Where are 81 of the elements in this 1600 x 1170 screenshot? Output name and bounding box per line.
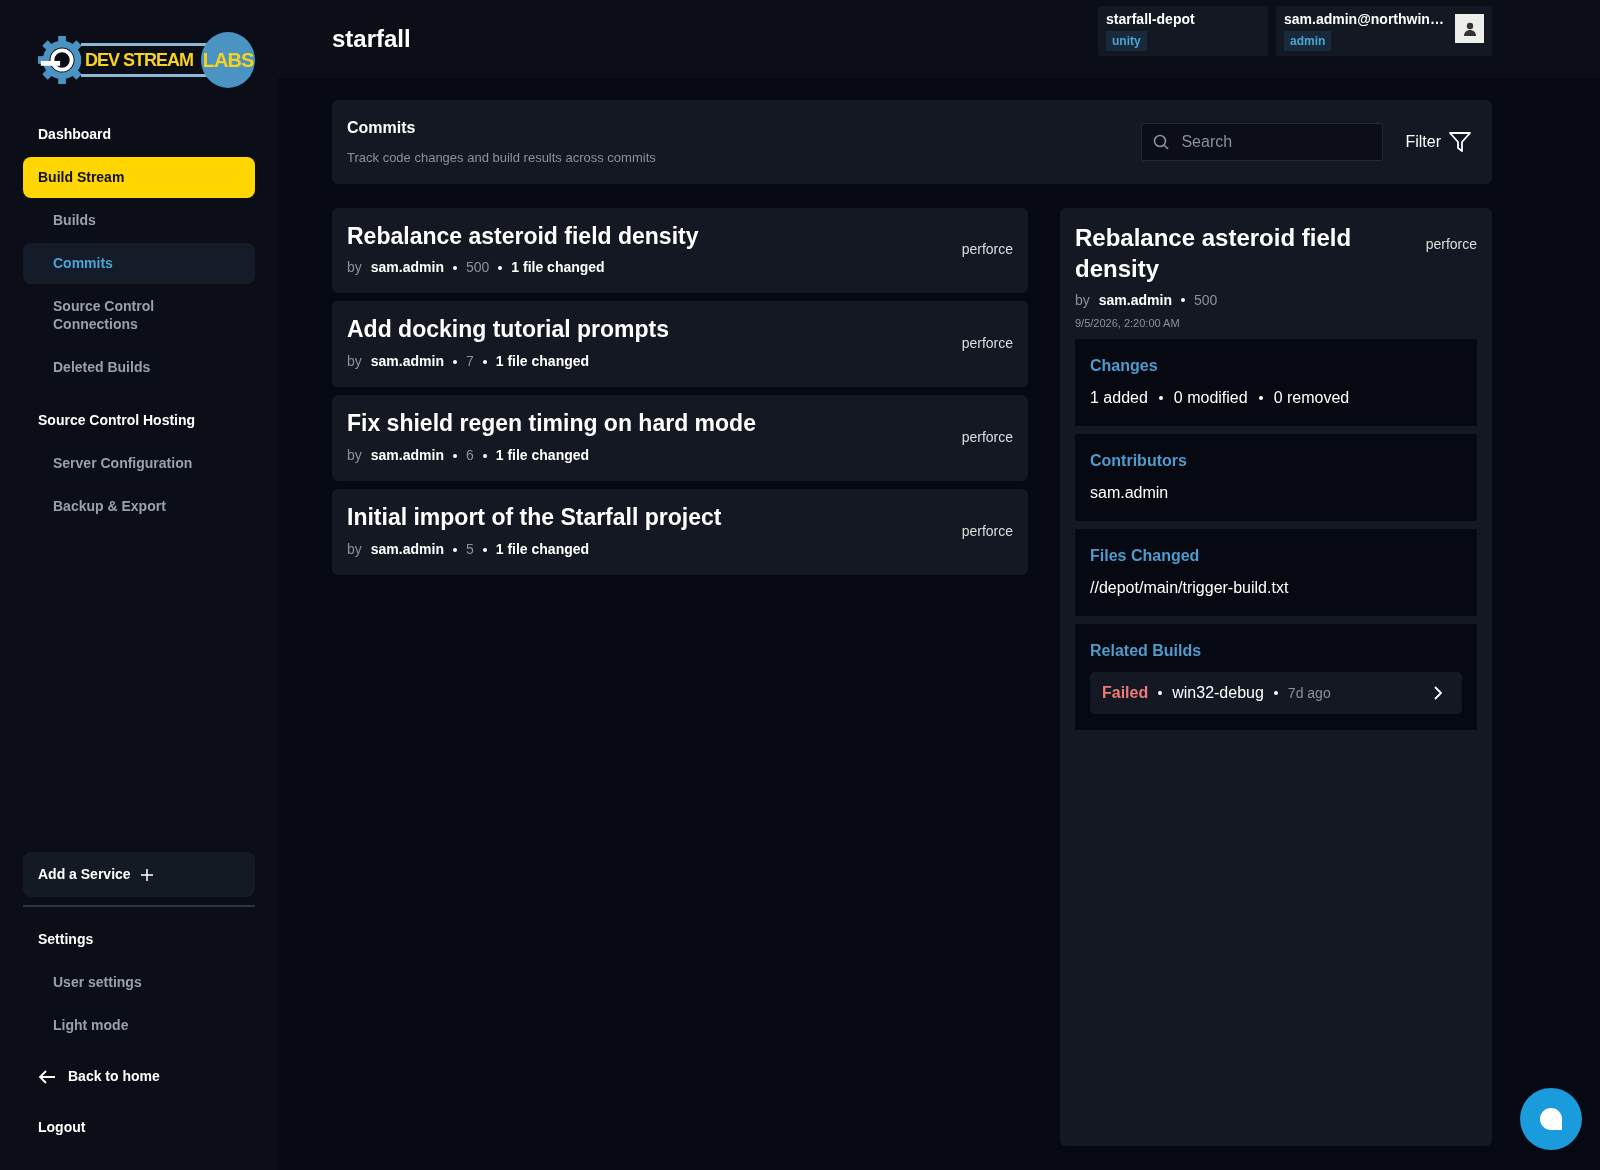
change-number: 500 — [1193, 290, 1218, 310]
nav-item[interactable]: Dashboard — [23, 114, 255, 155]
user-chip[interactable]: sam.admin@northwin… admin — [1276, 6, 1492, 56]
related-build-row[interactable]: Failed win32-debug 7d ago — [1090, 672, 1462, 715]
by-label: by — [347, 258, 362, 278]
files-changed: 1 file changed — [495, 540, 590, 560]
change-count: 1 added — [1090, 388, 1148, 409]
filter-button[interactable]: Filter — [1399, 128, 1477, 155]
author-name: sam.admin — [370, 352, 444, 372]
nav-item[interactable]: Source Control Hosting — [23, 400, 255, 442]
chevron-right-icon — [1434, 686, 1442, 701]
commit-card[interactable]: Add docking tutorial prompts by sam.admin 7 1 file changed perforce — [332, 301, 1028, 388]
project-chip[interactable]: starfall-depot unity — [1098, 6, 1268, 56]
project-name: starfall-depot — [1106, 10, 1196, 29]
search-field[interactable]: Search — [1141, 122, 1384, 161]
add-service-button[interactable]: Add a Service — [23, 852, 255, 898]
change-count: 0 removed — [1273, 388, 1350, 409]
change-number: 7 — [465, 352, 474, 372]
commit-title: Fix shield regen timing on hard mode — [347, 409, 756, 439]
build-age: 7d ago — [1287, 683, 1331, 703]
vcs-label: perforce — [961, 334, 1013, 354]
commit-title: Add docking tutorial prompts — [347, 315, 669, 345]
user-email: sam.admin@northwin… — [1284, 10, 1444, 29]
nav-item[interactable]: Server Configuration — [23, 443, 255, 484]
logo-badge: LABS — [201, 32, 255, 88]
vcs-label: perforce — [961, 428, 1013, 448]
by-label: by — [347, 352, 362, 372]
author-name: sam.admin — [370, 258, 444, 278]
author-name: sam.admin — [1098, 290, 1172, 310]
commit-card[interactable]: Initial import of the Starfall project by sam.admin 5 1 file changed perforce — [332, 489, 1028, 576]
vcs-label: perforce — [1425, 234, 1477, 254]
change-number: 6 — [465, 446, 474, 466]
back-link[interactable]: Back to home — [23, 1054, 175, 1100]
commit-title: Initial import of the Starfall project — [347, 503, 722, 533]
by-label: by — [1075, 290, 1090, 310]
by-label: by — [347, 446, 362, 466]
logo-text: DEV STREAM — [85, 49, 195, 72]
section-heading: Files Changed — [1090, 546, 1201, 567]
commit-card[interactable]: Fix shield regen timing on hard mode by sam.admin 6 1 file changed perforce — [332, 395, 1028, 482]
by-label: by — [347, 540, 362, 560]
build-name: win32-debug — [1172, 683, 1264, 704]
change-count: 0 modified — [1173, 388, 1248, 409]
section-heading: Changes — [1090, 356, 1159, 377]
section-value: //depot/main/trigger-build.txt — [1090, 578, 1289, 599]
avatar-icon[interactable] — [1455, 14, 1484, 43]
nav-item[interactable]: User settings — [23, 962, 255, 1004]
role-tag: admin — [1284, 31, 1332, 52]
author-name: sam.admin — [370, 540, 444, 560]
section-value: sam.admin — [1090, 483, 1169, 504]
nav-item[interactable]: Commits — [23, 242, 255, 284]
files-changed: 1 file changed — [495, 446, 590, 466]
speech-bubble-icon — [1539, 1107, 1563, 1131]
project-title: starfall — [332, 24, 411, 54]
section-heading[interactable]: Settings — [23, 919, 255, 961]
files-changed: 1 file changed — [511, 258, 605, 278]
nav-item[interactable]: Backup & Export — [23, 486, 255, 527]
commit-date: 9/5/2026, 2:20:00 AM — [1075, 315, 1181, 331]
nav-item[interactable]: Build Stream — [23, 156, 255, 198]
nav-item[interactable]: Source Control Connections — [23, 285, 255, 346]
arrow-left-icon — [38, 1068, 56, 1085]
section-heading: Related Builds — [1090, 641, 1203, 662]
nav-item[interactable]: Light mode — [23, 1005, 255, 1047]
build-status: Failed — [1102, 683, 1149, 704]
panel-title: Commits — [347, 118, 417, 138]
commit-card[interactable]: Rebalance asteroid field density by sam.admin 500 1 file changed perforce — [332, 207, 1028, 294]
commit-title: Rebalance asteroid field density — [347, 221, 699, 251]
panel-subtitle: Track code changes and build results across commits — [347, 149, 656, 167]
section-heading: Contributors — [1090, 451, 1188, 472]
commit-title: Rebalance asteroid field density — [1075, 222, 1353, 284]
vcs-label: perforce — [961, 522, 1013, 542]
plus-icon — [140, 868, 153, 881]
filter-icon — [1449, 131, 1471, 152]
nav-item[interactable]: Deleted Builds — [23, 347, 255, 389]
nav-item[interactable]: Builds — [23, 199, 255, 241]
engine-tag: unity — [1106, 31, 1147, 52]
author-name: sam.admin — [370, 446, 444, 466]
change-number: 500 — [465, 258, 490, 278]
change-number: 5 — [465, 540, 474, 560]
logout-link[interactable]: Logout — [23, 1107, 255, 1148]
files-changed: 1 file changed — [495, 352, 590, 372]
vcs-label: perforce — [961, 240, 1013, 260]
